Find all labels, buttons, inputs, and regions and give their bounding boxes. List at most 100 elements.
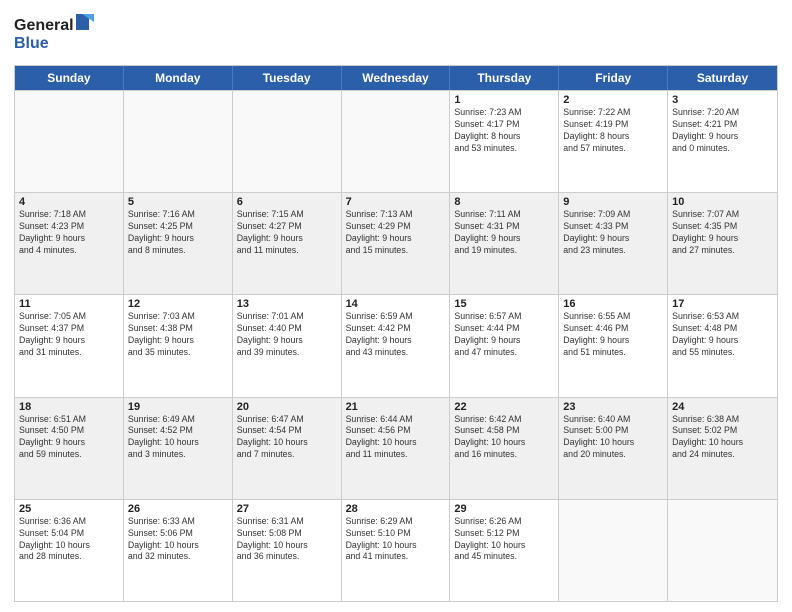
day-info: Sunrise: 6:31 AMSunset: 5:08 PMDaylight:… <box>237 516 337 564</box>
calendar-header: SundayMondayTuesdayWednesdayThursdayFrid… <box>15 66 777 90</box>
day-cell-2: 2Sunrise: 7:22 AMSunset: 4:19 PMDaylight… <box>559 91 668 192</box>
header-day-thursday: Thursday <box>450 66 559 90</box>
day-number: 1 <box>454 94 554 106</box>
calendar-row-3: 18Sunrise: 6:51 AMSunset: 4:50 PMDayligh… <box>15 397 777 499</box>
day-cell-7: 7Sunrise: 7:13 AMSunset: 4:29 PMDaylight… <box>342 193 451 294</box>
calendar-body: 1Sunrise: 7:23 AMSunset: 4:17 PMDaylight… <box>15 90 777 601</box>
day-number: 22 <box>454 401 554 413</box>
header-day-sunday: Sunday <box>15 66 124 90</box>
day-number: 12 <box>128 298 228 310</box>
day-cell-28: 28Sunrise: 6:29 AMSunset: 5:10 PMDayligh… <box>342 500 451 601</box>
day-info: Sunrise: 6:55 AMSunset: 4:46 PMDaylight:… <box>563 311 663 359</box>
day-info: Sunrise: 7:11 AMSunset: 4:31 PMDaylight:… <box>454 209 554 257</box>
day-info: Sunrise: 6:51 AMSunset: 4:50 PMDaylight:… <box>19 414 119 462</box>
day-info: Sunrise: 7:20 AMSunset: 4:21 PMDaylight:… <box>672 107 773 155</box>
day-cell-13: 13Sunrise: 7:01 AMSunset: 4:40 PMDayligh… <box>233 295 342 396</box>
day-cell-6: 6Sunrise: 7:15 AMSunset: 4:27 PMDaylight… <box>233 193 342 294</box>
empty-cell <box>124 91 233 192</box>
day-cell-24: 24Sunrise: 6:38 AMSunset: 5:02 PMDayligh… <box>668 398 777 499</box>
day-number: 27 <box>237 503 337 515</box>
day-info: Sunrise: 7:15 AMSunset: 4:27 PMDaylight:… <box>237 209 337 257</box>
day-cell-20: 20Sunrise: 6:47 AMSunset: 4:54 PMDayligh… <box>233 398 342 499</box>
empty-cell <box>233 91 342 192</box>
day-info: Sunrise: 7:03 AMSunset: 4:38 PMDaylight:… <box>128 311 228 359</box>
calendar: SundayMondayTuesdayWednesdayThursdayFrid… <box>14 65 778 602</box>
day-info: Sunrise: 6:29 AMSunset: 5:10 PMDaylight:… <box>346 516 446 564</box>
day-cell-11: 11Sunrise: 7:05 AMSunset: 4:37 PMDayligh… <box>15 295 124 396</box>
day-number: 2 <box>563 94 663 106</box>
header-day-monday: Monday <box>124 66 233 90</box>
calendar-row-4: 25Sunrise: 6:36 AMSunset: 5:04 PMDayligh… <box>15 499 777 601</box>
day-info: Sunrise: 7:13 AMSunset: 4:29 PMDaylight:… <box>346 209 446 257</box>
day-info: Sunrise: 7:16 AMSunset: 4:25 PMDaylight:… <box>128 209 228 257</box>
day-cell-21: 21Sunrise: 6:44 AMSunset: 4:56 PMDayligh… <box>342 398 451 499</box>
empty-cell <box>668 500 777 601</box>
logo-area: General Blue <box>14 10 94 59</box>
day-cell-9: 9Sunrise: 7:09 AMSunset: 4:33 PMDaylight… <box>559 193 668 294</box>
day-number: 25 <box>19 503 119 515</box>
day-number: 9 <box>563 196 663 208</box>
day-cell-19: 19Sunrise: 6:49 AMSunset: 4:52 PMDayligh… <box>124 398 233 499</box>
empty-cell <box>15 91 124 192</box>
day-info: Sunrise: 6:47 AMSunset: 4:54 PMDaylight:… <box>237 414 337 462</box>
day-cell-18: 18Sunrise: 6:51 AMSunset: 4:50 PMDayligh… <box>15 398 124 499</box>
day-number: 21 <box>346 401 446 413</box>
day-number: 26 <box>128 503 228 515</box>
day-number: 18 <box>19 401 119 413</box>
day-number: 15 <box>454 298 554 310</box>
day-cell-26: 26Sunrise: 6:33 AMSunset: 5:06 PMDayligh… <box>124 500 233 601</box>
day-cell-25: 25Sunrise: 6:36 AMSunset: 5:04 PMDayligh… <box>15 500 124 601</box>
day-info: Sunrise: 6:59 AMSunset: 4:42 PMDaylight:… <box>346 311 446 359</box>
day-number: 3 <box>672 94 773 106</box>
header-day-friday: Friday <box>559 66 668 90</box>
day-number: 5 <box>128 196 228 208</box>
day-info: Sunrise: 7:01 AMSunset: 4:40 PMDaylight:… <box>237 311 337 359</box>
day-number: 23 <box>563 401 663 413</box>
day-number: 8 <box>454 196 554 208</box>
header: General Blue <box>14 10 778 59</box>
day-number: 19 <box>128 401 228 413</box>
day-cell-12: 12Sunrise: 7:03 AMSunset: 4:38 PMDayligh… <box>124 295 233 396</box>
day-info: Sunrise: 6:38 AMSunset: 5:02 PMDaylight:… <box>672 414 773 462</box>
day-cell-27: 27Sunrise: 6:31 AMSunset: 5:08 PMDayligh… <box>233 500 342 601</box>
day-info: Sunrise: 6:26 AMSunset: 5:12 PMDaylight:… <box>454 516 554 564</box>
header-day-wednesday: Wednesday <box>342 66 451 90</box>
logo: General Blue <box>14 10 94 59</box>
day-cell-29: 29Sunrise: 6:26 AMSunset: 5:12 PMDayligh… <box>450 500 559 601</box>
day-number: 17 <box>672 298 773 310</box>
calendar-row-1: 4Sunrise: 7:18 AMSunset: 4:23 PMDaylight… <box>15 192 777 294</box>
day-number: 11 <box>19 298 119 310</box>
day-cell-8: 8Sunrise: 7:11 AMSunset: 4:31 PMDaylight… <box>450 193 559 294</box>
day-number: 4 <box>19 196 119 208</box>
day-number: 20 <box>237 401 337 413</box>
day-number: 7 <box>346 196 446 208</box>
day-info: Sunrise: 6:57 AMSunset: 4:44 PMDaylight:… <box>454 311 554 359</box>
calendar-row-0: 1Sunrise: 7:23 AMSunset: 4:17 PMDaylight… <box>15 90 777 192</box>
day-cell-17: 17Sunrise: 6:53 AMSunset: 4:48 PMDayligh… <box>668 295 777 396</box>
day-number: 16 <box>563 298 663 310</box>
day-number: 28 <box>346 503 446 515</box>
day-number: 10 <box>672 196 773 208</box>
day-cell-4: 4Sunrise: 7:18 AMSunset: 4:23 PMDaylight… <box>15 193 124 294</box>
day-cell-3: 3Sunrise: 7:20 AMSunset: 4:21 PMDaylight… <box>668 91 777 192</box>
day-info: Sunrise: 6:53 AMSunset: 4:48 PMDaylight:… <box>672 311 773 359</box>
header-day-saturday: Saturday <box>668 66 777 90</box>
day-info: Sunrise: 6:49 AMSunset: 4:52 PMDaylight:… <box>128 414 228 462</box>
day-info: Sunrise: 7:09 AMSunset: 4:33 PMDaylight:… <box>563 209 663 257</box>
day-number: 24 <box>672 401 773 413</box>
day-info: Sunrise: 7:23 AMSunset: 4:17 PMDaylight:… <box>454 107 554 155</box>
header-day-tuesday: Tuesday <box>233 66 342 90</box>
day-cell-23: 23Sunrise: 6:40 AMSunset: 5:00 PMDayligh… <box>559 398 668 499</box>
day-info: Sunrise: 6:42 AMSunset: 4:58 PMDaylight:… <box>454 414 554 462</box>
day-cell-22: 22Sunrise: 6:42 AMSunset: 4:58 PMDayligh… <box>450 398 559 499</box>
day-number: 29 <box>454 503 554 515</box>
svg-text:Blue: Blue <box>14 35 49 52</box>
day-info: Sunrise: 6:44 AMSunset: 4:56 PMDaylight:… <box>346 414 446 462</box>
day-info: Sunrise: 7:05 AMSunset: 4:37 PMDaylight:… <box>19 311 119 359</box>
day-info: Sunrise: 7:22 AMSunset: 4:19 PMDaylight:… <box>563 107 663 155</box>
day-cell-1: 1Sunrise: 7:23 AMSunset: 4:17 PMDaylight… <box>450 91 559 192</box>
day-info: Sunrise: 7:07 AMSunset: 4:35 PMDaylight:… <box>672 209 773 257</box>
day-cell-14: 14Sunrise: 6:59 AMSunset: 4:42 PMDayligh… <box>342 295 451 396</box>
empty-cell <box>559 500 668 601</box>
svg-text:General: General <box>14 17 74 34</box>
